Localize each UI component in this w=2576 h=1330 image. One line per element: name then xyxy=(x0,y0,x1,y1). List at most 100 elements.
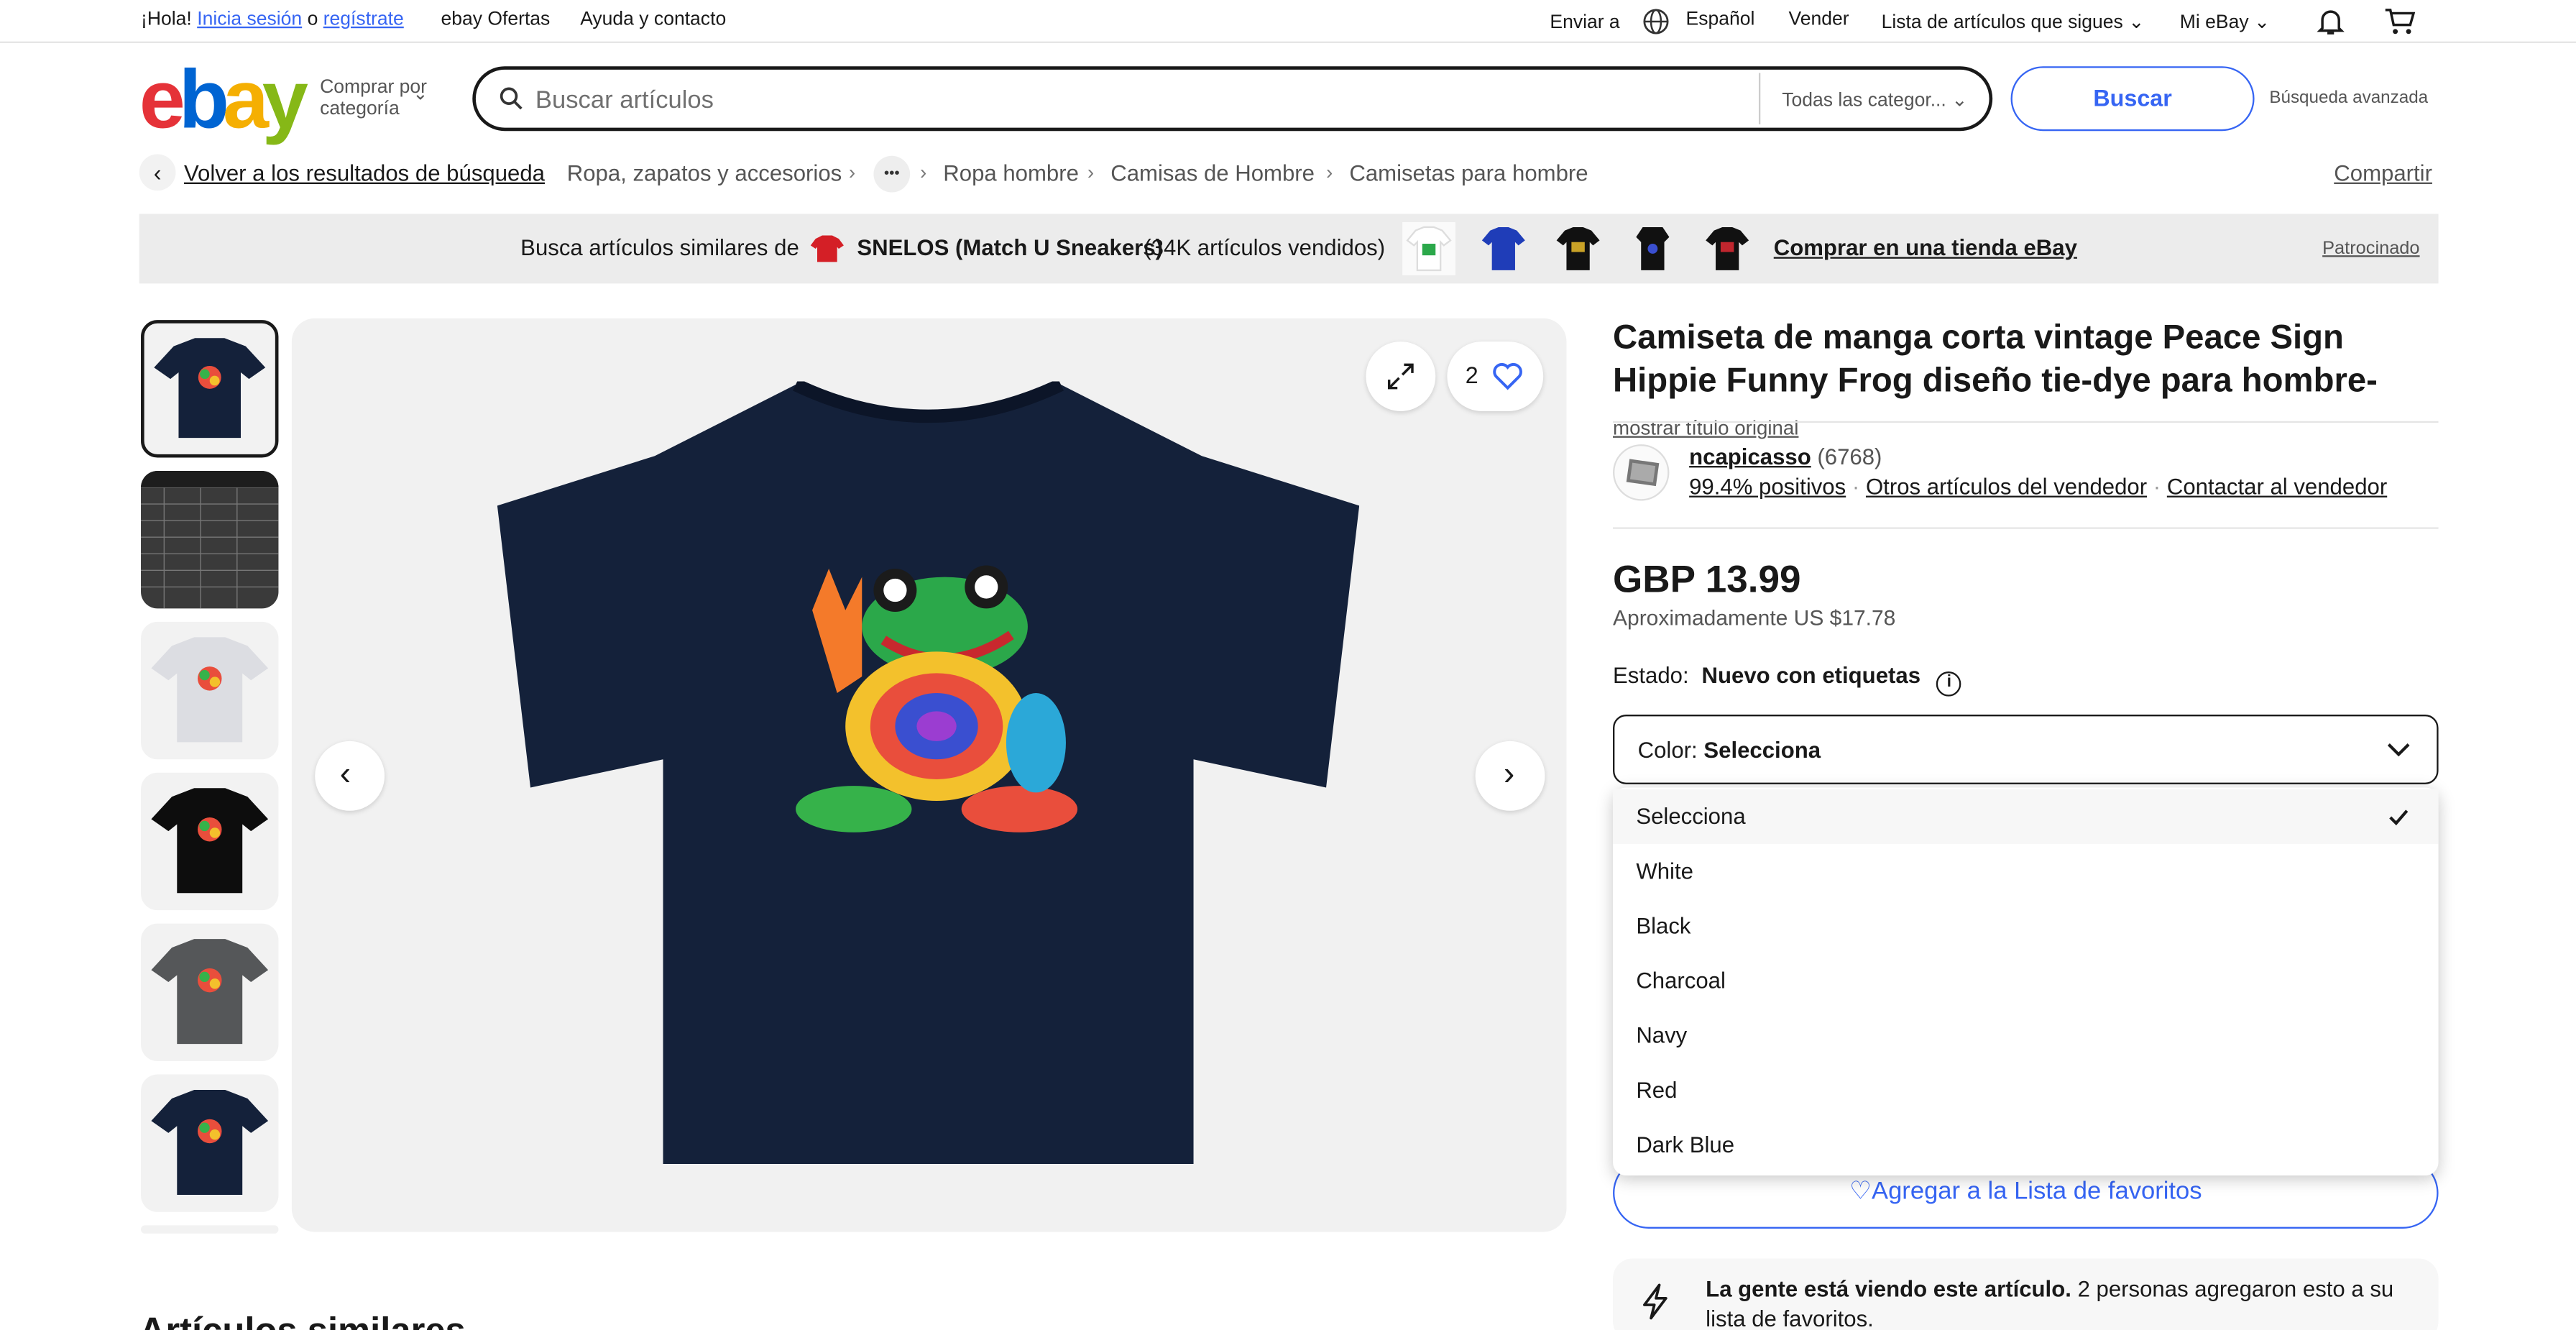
expand-icon xyxy=(1387,363,1414,390)
advanced-search-link[interactable]: Búsqueda avanzada xyxy=(2269,88,2428,108)
chevron-right-icon: › xyxy=(1503,756,1515,793)
checkmark-icon xyxy=(2389,810,2409,826)
back-to-results-link[interactable]: Volver a los resultados de búsqueda xyxy=(184,161,545,186)
main-product-image[interactable]: 2 ‹ › xyxy=(291,318,1567,1232)
color-option-selecciona[interactable]: Selecciona xyxy=(1613,789,2439,844)
watch-button[interactable]: 2 xyxy=(1447,341,1544,411)
store-name-link[interactable]: SNELOS (Match U Sneakers) xyxy=(857,235,1163,260)
color-select-label: Color: Selecciona xyxy=(1637,738,1821,763)
color-option-dark-blue[interactable]: Dark Blue xyxy=(1613,1117,2439,1172)
my-ebay-menu[interactable]: Mi eBay ⌄ xyxy=(2180,10,2270,33)
heart-icon: ♡ xyxy=(1849,1177,1872,1206)
condition-value: Nuevo con etiquetas xyxy=(1701,663,1921,689)
seller-links: 99.4% positivos · Otros artículos del ve… xyxy=(1689,474,2388,500)
watching-text: La gente está viendo este artículo. 2 pe… xyxy=(1706,1276,2394,1330)
deals-link[interactable]: ebay Ofertas xyxy=(441,10,550,30)
back-arrow-icon[interactable]: ‹ xyxy=(139,154,176,191)
color-option-navy[interactable]: Navy xyxy=(1613,1008,2439,1063)
previous-image-button[interactable]: ‹ xyxy=(315,740,385,811)
seller-info: ncapicasso (6768) xyxy=(1689,444,1882,469)
color-select[interactable]: Color: Selecciona xyxy=(1613,715,2439,784)
store-product-thumb[interactable] xyxy=(1701,222,1754,275)
register-link[interactable]: regístrate xyxy=(323,10,404,30)
sponsored-label[interactable]: Patrocinado xyxy=(2322,239,2419,259)
info-icon[interactable]: i xyxy=(1936,671,1962,697)
breadcrumb-item[interactable]: Ropa, zapatos y accesorios xyxy=(567,161,842,186)
bell-icon[interactable] xyxy=(2316,6,2346,41)
seller-avatar[interactable] xyxy=(1613,444,1670,501)
category-select[interactable]: Todas las categor... ⌄ xyxy=(1782,88,1967,111)
chevron-down-icon: ⌄ xyxy=(1951,91,1968,111)
chevron-down-icon: ⌄ xyxy=(413,84,428,105)
thumbnail-black[interactable] xyxy=(141,772,279,911)
chevron-right-icon: › xyxy=(1087,160,1095,184)
search-bar[interactable]: Buscar artículos Todas las categor... ⌄ xyxy=(472,66,1993,132)
top-bar: ¡Hola! Inicia sesión o regístrate ebay O… xyxy=(0,0,2576,43)
expand-button[interactable] xyxy=(1366,341,1436,411)
thumbnail-charcoal[interactable] xyxy=(141,923,279,1062)
breadcrumb-more[interactable]: ••• xyxy=(873,155,911,193)
approx-price: Aproximadamente US $17.78 xyxy=(1613,605,1896,630)
greeting: ¡Hola! Inicia sesión o regístrate xyxy=(141,9,404,30)
store-product-thumb[interactable] xyxy=(1552,222,1605,275)
language-selector[interactable]: Español xyxy=(1686,10,1755,30)
similar-items-heading: Artículos similares xyxy=(139,1310,466,1330)
watchlist-menu[interactable]: Lista de artículos que sigues ⌄ xyxy=(1882,10,2145,33)
other-items-link[interactable]: Otros artículos del vendedor xyxy=(1866,474,2147,500)
divider xyxy=(1613,421,2439,423)
chevron-left-icon: ‹ xyxy=(339,756,351,793)
search-button[interactable]: Buscar xyxy=(2010,66,2255,132)
store-product-thumb[interactable] xyxy=(1402,222,1455,275)
color-option-charcoal[interactable]: Charcoal xyxy=(1613,953,2439,1008)
store-product-thumb[interactable] xyxy=(1477,222,1530,275)
shop-by-category[interactable]: Comprar por categoría ⌄ xyxy=(320,78,428,121)
store-banner: Busca artículos similares de SNELOS (Mat… xyxy=(139,214,2439,284)
thumbnail-navy-2[interactable] xyxy=(141,1074,279,1212)
chevron-down-icon xyxy=(2387,743,2410,757)
next-image-button[interactable]: › xyxy=(1475,740,1545,811)
contact-seller-link[interactable]: Contactar al vendedor xyxy=(2167,474,2387,500)
condition: Estado: Nuevo con etiquetas i xyxy=(1613,663,1962,697)
divider xyxy=(1758,73,1761,124)
sell-link[interactable]: Vender xyxy=(1788,10,1849,30)
divider xyxy=(1613,527,2439,529)
store-logo xyxy=(809,234,845,264)
heart-icon xyxy=(1493,362,1522,390)
color-option-black[interactable]: Black xyxy=(1613,899,2439,953)
chevron-down-icon: ⌄ xyxy=(2253,13,2271,34)
lightning-icon xyxy=(1643,1283,1668,1320)
positive-feedback-link[interactable]: 99.4% positivos xyxy=(1689,474,1846,500)
product-title: Camiseta de manga corta vintage Peace Si… xyxy=(1613,318,2378,440)
chevron-right-icon: › xyxy=(848,160,856,184)
breadcrumb-item[interactable]: Ropa hombre xyxy=(943,161,1079,186)
watch-count: 2 xyxy=(1465,361,1478,388)
sign-in-link[interactable]: Inicia sesión xyxy=(197,10,302,30)
thumbnail-size-chart[interactable] xyxy=(141,470,279,609)
store-sold-count: (34K artículos vendidos) xyxy=(1144,235,1386,261)
chevron-down-icon: ⌄ xyxy=(2128,13,2145,34)
watching-notice: La gente está viendo este artículo. 2 pe… xyxy=(1613,1258,2439,1330)
share-link[interactable]: Compartir xyxy=(2334,161,2432,186)
tshirt-image xyxy=(497,381,1360,1165)
help-link[interactable]: Ayuda y contacto xyxy=(580,10,726,30)
cart-icon[interactable] xyxy=(2383,6,2416,41)
thumbnail-more[interactable] xyxy=(141,1225,279,1234)
breadcrumb-item[interactable]: Camisetas para hombre xyxy=(1349,161,1588,186)
show-original-title-link[interactable]: mostrar título original xyxy=(1613,416,1798,439)
ship-to[interactable]: Enviar a xyxy=(1550,13,1619,33)
color-option-white[interactable]: White xyxy=(1613,844,2439,899)
color-option-red[interactable]: Red xyxy=(1613,1063,2439,1117)
globe-icon[interactable] xyxy=(1643,9,1670,40)
chevron-right-icon: › xyxy=(919,160,927,184)
breadcrumb-item[interactable]: Camisas de Hombre xyxy=(1110,161,1315,186)
seller-name-link[interactable]: ncapicasso xyxy=(1689,444,1811,469)
chevron-right-icon: › xyxy=(1326,160,1333,184)
thumbnail-white[interactable] xyxy=(141,621,279,760)
shop-store-link[interactable]: Comprar en una tienda eBay xyxy=(1774,235,2077,260)
ebay-logo[interactable]: ebay xyxy=(139,58,308,141)
search-input[interactable]: Buscar artículos xyxy=(535,86,714,114)
store-product-thumb[interactable] xyxy=(1626,222,1679,275)
search-icon xyxy=(499,86,524,119)
thumbnail-navy[interactable] xyxy=(141,320,279,458)
banner-text: Busca artículos similares de xyxy=(520,235,799,261)
